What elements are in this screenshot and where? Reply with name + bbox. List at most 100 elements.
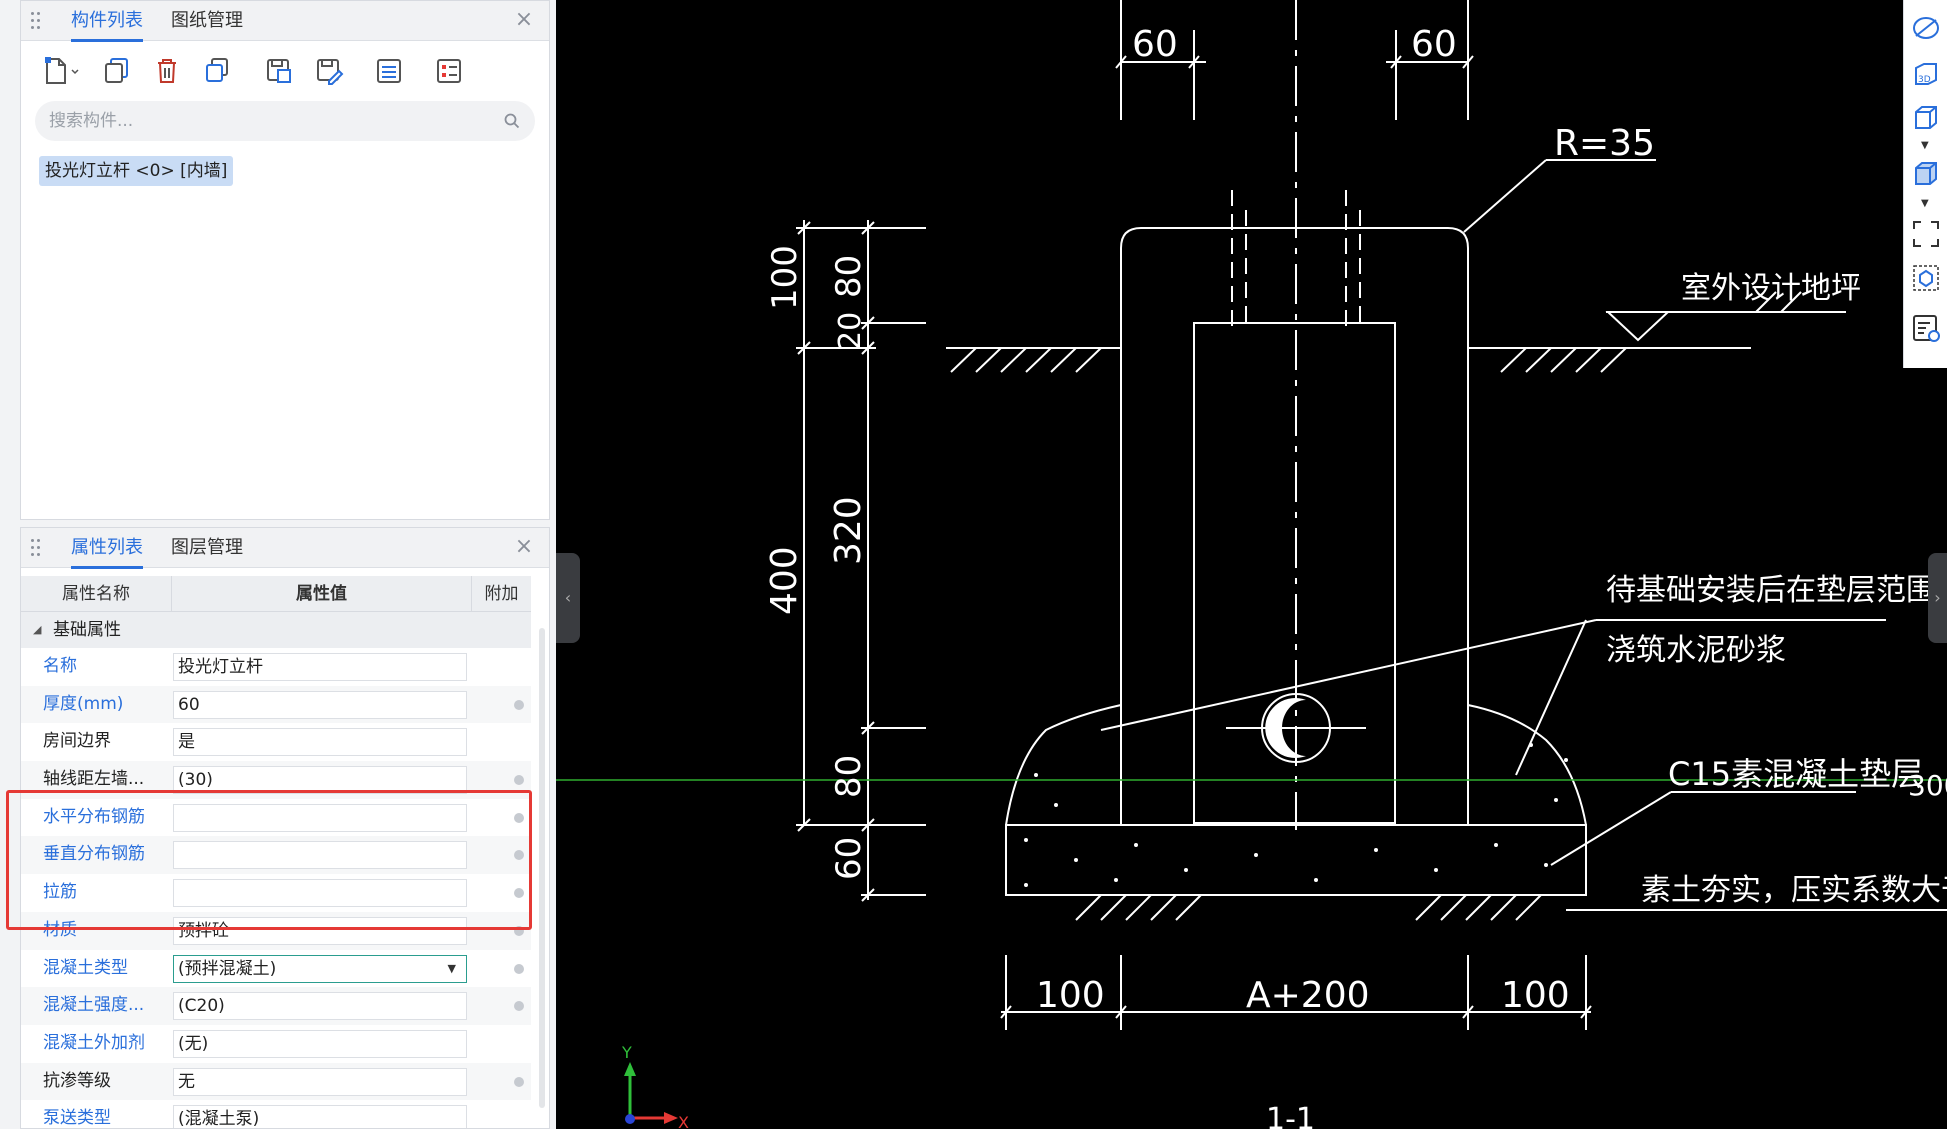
property-value-input[interactable]: 60 — [173, 690, 467, 719]
save-layer-icon[interactable] — [257, 49, 301, 93]
dim-left-80-top: 80 — [829, 255, 869, 298]
extra-indicator-icon[interactable] — [514, 775, 524, 786]
table-row[interactable]: 混凝土强度... (C20) — [21, 987, 531, 1025]
extra-indicator-icon[interactable] — [514, 1001, 524, 1012]
property-value-text: (C20) — [178, 996, 225, 1017]
cad-drawing-canvas[interactable]: 60 60 R=35 室外设计地坪 100 80 20 400 320 80 6… — [556, 0, 1947, 1129]
tab-layer-management[interactable]: 图层管理 — [171, 528, 243, 568]
table-row[interactable]: 混凝土外加剂 (无) — [21, 1025, 531, 1063]
chevron-down-icon[interactable]: ▼ — [448, 956, 456, 982]
table-row[interactable]: 泵送类型 (混凝土泵) — [21, 1100, 531, 1129]
property-value-text: 60 — [178, 694, 200, 715]
table-row[interactable]: 水平分布钢筋 — [21, 799, 531, 837]
table-row[interactable]: 垂直分布钢筋 — [21, 836, 531, 875]
drag-handle-icon[interactable] — [31, 537, 41, 559]
property-name: 材质 — [43, 919, 77, 940]
edit-layer-icon[interactable] — [307, 49, 351, 93]
list-icon[interactable] — [367, 49, 411, 93]
extra-indicator-icon[interactable] — [514, 812, 524, 823]
table-row[interactable]: 混凝土类型 (预拌混凝土) ▼ — [21, 950, 531, 988]
chevron-down-icon[interactable]: ▼ — [1921, 140, 1929, 151]
dim-left-400: 400 — [764, 546, 805, 615]
property-value-input[interactable]: 无 — [173, 1067, 467, 1096]
dim-top-right: 60 — [1411, 24, 1457, 65]
search-input[interactable] — [49, 101, 489, 141]
property-value-input[interactable]: 是 — [173, 728, 467, 757]
property-value-text: (预拌混凝土) — [178, 958, 277, 979]
table-row[interactable]: 厚度(mm) 60 — [21, 685, 531, 724]
column-header: 附加 — [471, 576, 531, 612]
svg-text:3D: 3D — [1918, 75, 1931, 85]
extra-indicator-icon[interactable] — [514, 1076, 524, 1087]
property-name: 名称 — [43, 656, 77, 676]
table-row[interactable]: 材质 预拌砼 — [21, 911, 531, 950]
tab-drawing-management[interactable]: 图纸管理 — [171, 1, 243, 41]
table-header: 属性名称 属性值 附加 — [21, 576, 531, 612]
property-name: 混凝土外加剂 — [43, 1032, 145, 1053]
dim-left-320: 320 — [828, 496, 869, 565]
property-value-input[interactable] — [173, 841, 467, 870]
extra-indicator-icon[interactable] — [514, 699, 524, 710]
component-tabbar: 构件列表 图纸管理 × — [21, 1, 549, 42]
property-name: 厚度(mm) — [43, 693, 124, 714]
property-value-input[interactable]: (C20) — [173, 992, 467, 1021]
extra-indicator-icon[interactable] — [514, 850, 524, 861]
chevron-down-icon[interactable]: ▼ — [1921, 198, 1929, 209]
property-list-icon[interactable] — [427, 49, 471, 93]
column-header: 属性值 — [171, 576, 471, 612]
search-icon[interactable] — [503, 112, 521, 130]
copy-icon[interactable] — [95, 49, 139, 93]
view-toolbar: 3D ▼ ▼ — [1903, 0, 1947, 368]
tab-component-list[interactable]: 构件列表 — [71, 1, 143, 42]
property-value-input[interactable]: (30) — [173, 766, 467, 795]
list-item[interactable]: 投光灯立杆 <0> [内墙] — [39, 156, 234, 186]
property-value-text: (无) — [178, 1033, 209, 1054]
property-name: 垂直分布钢筋 — [43, 844, 145, 865]
group-label: 基础属性 — [53, 620, 121, 640]
collapse-right-panel-button[interactable]: › — [1928, 553, 1947, 643]
table-row[interactable]: 抗渗等级 无 — [21, 1062, 531, 1101]
property-name: 拉筋 — [43, 882, 77, 903]
delete-icon[interactable] — [145, 49, 189, 93]
component-view-icon[interactable] — [1910, 262, 1942, 294]
property-value-input[interactable]: 投光灯立杆 — [173, 653, 467, 681]
extra-indicator-icon[interactable] — [514, 963, 524, 974]
property-group[interactable]: ◢ 基础属性 — [21, 612, 531, 648]
property-value-input[interactable]: (混凝土泵) — [173, 1105, 467, 1128]
solid-cube-icon[interactable] — [1910, 158, 1942, 190]
table-row[interactable]: 房间边界 是 — [21, 723, 531, 761]
drag-handle-icon[interactable] — [31, 10, 41, 32]
property-name: 混凝土类型 — [43, 957, 128, 978]
view-3d-icon[interactable]: 3D — [1910, 58, 1942, 90]
collapse-left-panel-button[interactable]: ‹ — [556, 553, 580, 643]
component-search — [35, 101, 535, 141]
tab-property-list[interactable]: 属性列表 — [71, 528, 143, 569]
property-value-text: 投光灯立杆 — [178, 657, 263, 677]
fit-view-icon[interactable] — [1910, 218, 1942, 250]
dim-bottom-left: 100 — [1036, 975, 1105, 1016]
property-value-input[interactable] — [173, 803, 467, 832]
property-value-input[interactable]: (无) — [173, 1029, 467, 1058]
close-icon[interactable]: × — [513, 536, 535, 558]
dim-left-100: 100 — [765, 245, 805, 310]
extra-indicator-icon[interactable] — [514, 888, 524, 899]
property-name: 泵送类型 — [43, 1108, 111, 1129]
duplicate-icon[interactable] — [195, 49, 239, 93]
cube-icon[interactable] — [1910, 102, 1942, 134]
dim-left-20: 20 — [833, 312, 868, 350]
property-value-input[interactable] — [173, 879, 467, 908]
property-value-input[interactable]: 预拌砼 — [173, 916, 467, 945]
layer-setting-icon[interactable] — [1910, 312, 1942, 344]
close-icon[interactable]: × — [513, 9, 535, 31]
property-value-select[interactable]: (预拌混凝土) ▼ — [173, 954, 467, 983]
new-component-icon[interactable] — [35, 49, 79, 93]
dim-bottom-mid: A+200 — [1246, 975, 1370, 1016]
extra-indicator-icon[interactable] — [514, 925, 524, 936]
dim-bottom-right: 100 — [1501, 975, 1570, 1016]
table-row[interactable]: 名称 投光灯立杆 — [21, 648, 531, 686]
caret-down-icon[interactable]: ◢ — [33, 612, 41, 648]
table-row[interactable]: 轴线距左墙... (30) — [21, 761, 531, 799]
orbit-icon[interactable] — [1910, 12, 1942, 44]
table-row[interactable]: 拉筋 — [21, 874, 531, 912]
scrollbar[interactable] — [539, 628, 545, 1108]
